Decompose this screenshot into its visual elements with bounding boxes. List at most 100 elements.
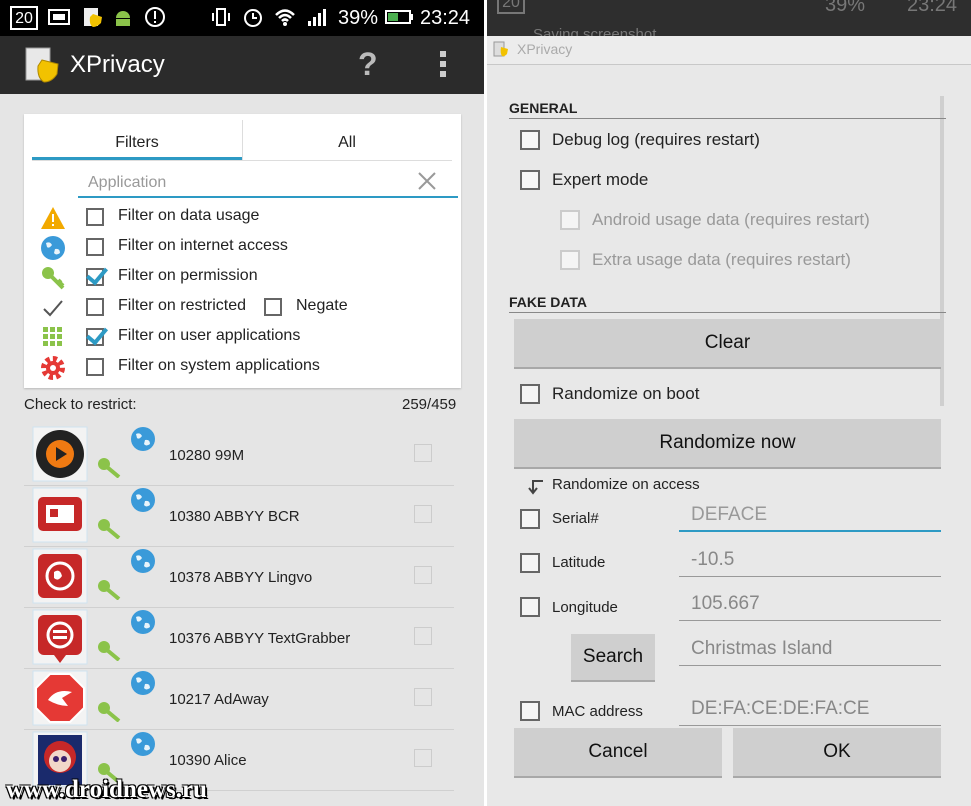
list-item[interactable]: 10380 ABBYY BCR: [24, 485, 454, 547]
tab-all[interactable]: All: [242, 134, 452, 152]
warning-icon: [41, 207, 65, 229]
key-icon: [98, 641, 121, 661]
settings-dialog: XPrivacy GENERAL Debug log (requires res…: [487, 36, 971, 806]
globe-icon: [131, 488, 155, 512]
key-icon: [98, 580, 121, 600]
filter-restricted-checkbox[interactable]: [86, 298, 104, 316]
battery-icon: [385, 10, 413, 24]
filter-data-usage-checkbox[interactable]: [86, 208, 104, 226]
longitude-randomize-checkbox[interactable]: [520, 597, 540, 617]
filter-row-internet: Filter on internet access: [32, 232, 452, 262]
mac-randomize-checkbox[interactable]: [520, 701, 540, 721]
tab-filters[interactable]: Filters: [32, 134, 242, 152]
filter-label: Filter on internet access: [118, 237, 288, 254]
globe-icon: [131, 732, 155, 756]
filter-label: Filter on system applications: [118, 357, 320, 374]
serial-input[interactable]: DEFACE: [679, 502, 941, 532]
filter-card: Filters All Filter on data usage Filter …: [24, 114, 461, 388]
app-count: 259/459: [402, 396, 457, 413]
general-header: GENERAL: [509, 100, 578, 116]
left-screen: 20 39% 23:24 XPrivacy ? Filters All F: [0, 0, 486, 806]
randomize-now-button[interactable]: Randomize now: [514, 419, 941, 469]
expert-mode-checkbox[interactable]: [520, 170, 540, 190]
filter-system-apps-checkbox[interactable]: [86, 358, 104, 376]
clear-search-icon[interactable]: [416, 170, 438, 192]
xprivacy-logo-icon: [25, 47, 59, 83]
search-button[interactable]: Search: [571, 634, 655, 682]
image-icon: [48, 9, 70, 25]
filter-label: Filter on restricted: [118, 297, 247, 314]
globe-icon: [131, 671, 155, 695]
android-usage-checkbox[interactable]: [560, 210, 580, 230]
status-bar-dimmed: 20 Saving screenshot 39% 23:24: [487, 0, 971, 43]
globe-icon: [131, 610, 155, 634]
app-name: 10390 Alice: [169, 752, 247, 769]
check-mark-icon: [43, 300, 63, 317]
key-icon: [98, 519, 121, 539]
overflow-menu-icon[interactable]: [440, 51, 448, 81]
app-name: 10217 AdAway: [169, 691, 269, 708]
list-item[interactable]: 10217 AdAway: [24, 668, 454, 730]
latitude-randomize-checkbox[interactable]: [520, 553, 540, 573]
list-item[interactable]: 10378 ABBYY Lingvo: [24, 546, 454, 608]
android-usage-label: Android usage data (requires restart): [592, 210, 870, 229]
restrict-checkbox[interactable]: [414, 749, 432, 767]
location-input[interactable]: Christmas Island: [679, 636, 941, 666]
clear-button[interactable]: Clear: [514, 319, 941, 369]
textgrabber-app-icon: [32, 609, 88, 665]
filter-row-user-apps: Filter on user applications: [32, 322, 452, 352]
filter-row-permission: Filter on permission: [32, 262, 452, 292]
extra-usage-checkbox[interactable]: [560, 250, 580, 270]
list-item[interactable]: 10280 99M: [24, 424, 454, 486]
restrict-checkbox[interactable]: [414, 688, 432, 706]
globe-icon: [131, 549, 155, 573]
globe-app-icon: [32, 548, 88, 604]
randomize-boot-checkbox[interactable]: [520, 384, 540, 404]
stop-sign-app-icon: [32, 670, 88, 726]
list-item[interactable]: 10376 ABBYY TextGrabber: [24, 607, 454, 669]
restrict-checkbox[interactable]: [414, 505, 432, 523]
signal-icon: [308, 9, 326, 26]
randomize-boot-label: Randomize on boot: [552, 384, 700, 403]
restrict-checkbox[interactable]: [414, 627, 432, 645]
negate-checkbox[interactable]: [264, 298, 282, 316]
fake-data-header: FAKE DATA: [509, 294, 588, 310]
calendar-icon: 20: [10, 6, 38, 30]
longitude-input[interactable]: 105.667: [679, 591, 941, 621]
clock: 23:24: [907, 0, 958, 16]
play-app-icon: [32, 426, 88, 482]
action-bar: XPrivacy ?: [0, 36, 484, 94]
clock: 23:24: [420, 7, 471, 29]
debug-log-checkbox[interactable]: [520, 130, 540, 150]
section-divider: [509, 118, 946, 119]
help-button[interactable]: ?: [358, 46, 378, 83]
filter-user-apps-checkbox[interactable]: [86, 328, 104, 346]
longitude-label: Longitude: [552, 599, 618, 616]
calendar-icon: 20: [497, 0, 525, 14]
wifi-icon: [275, 9, 295, 26]
debug-log-label: Debug log (requires restart): [552, 130, 760, 149]
serial-randomize-checkbox[interactable]: [520, 509, 540, 529]
cancel-button[interactable]: Cancel: [514, 728, 722, 778]
key-icon: [42, 267, 65, 290]
mac-input[interactable]: DE:FA:CE:DE:FA:CE: [679, 696, 941, 726]
expert-mode-label: Expert mode: [552, 170, 649, 189]
filter-permission-checkbox[interactable]: [86, 268, 104, 286]
ok-button[interactable]: OK: [733, 728, 941, 778]
alert-icon: [145, 7, 165, 27]
globe-icon: [41, 236, 65, 260]
arrow-down-icon: [528, 480, 543, 495]
application-search-input[interactable]: [78, 170, 458, 198]
filter-internet-checkbox[interactable]: [86, 238, 104, 256]
filter-row-data-usage: Filter on data usage: [32, 202, 452, 232]
extra-usage-label: Extra usage data (requires restart): [592, 250, 851, 269]
app-name: 10280 99M: [169, 447, 245, 464]
tab-underline: [32, 160, 452, 161]
filter-row-restricted: Filter on restricted Negate: [32, 292, 452, 322]
filter-label: Filter on permission: [118, 267, 258, 284]
app-name: 10378 ABBYY Lingvo: [169, 569, 313, 586]
app-name: 10376 ABBYY TextGrabber: [169, 630, 351, 647]
latitude-input[interactable]: -10.5: [679, 547, 941, 577]
restrict-checkbox[interactable]: [414, 566, 432, 584]
restrict-checkbox[interactable]: [414, 444, 432, 462]
